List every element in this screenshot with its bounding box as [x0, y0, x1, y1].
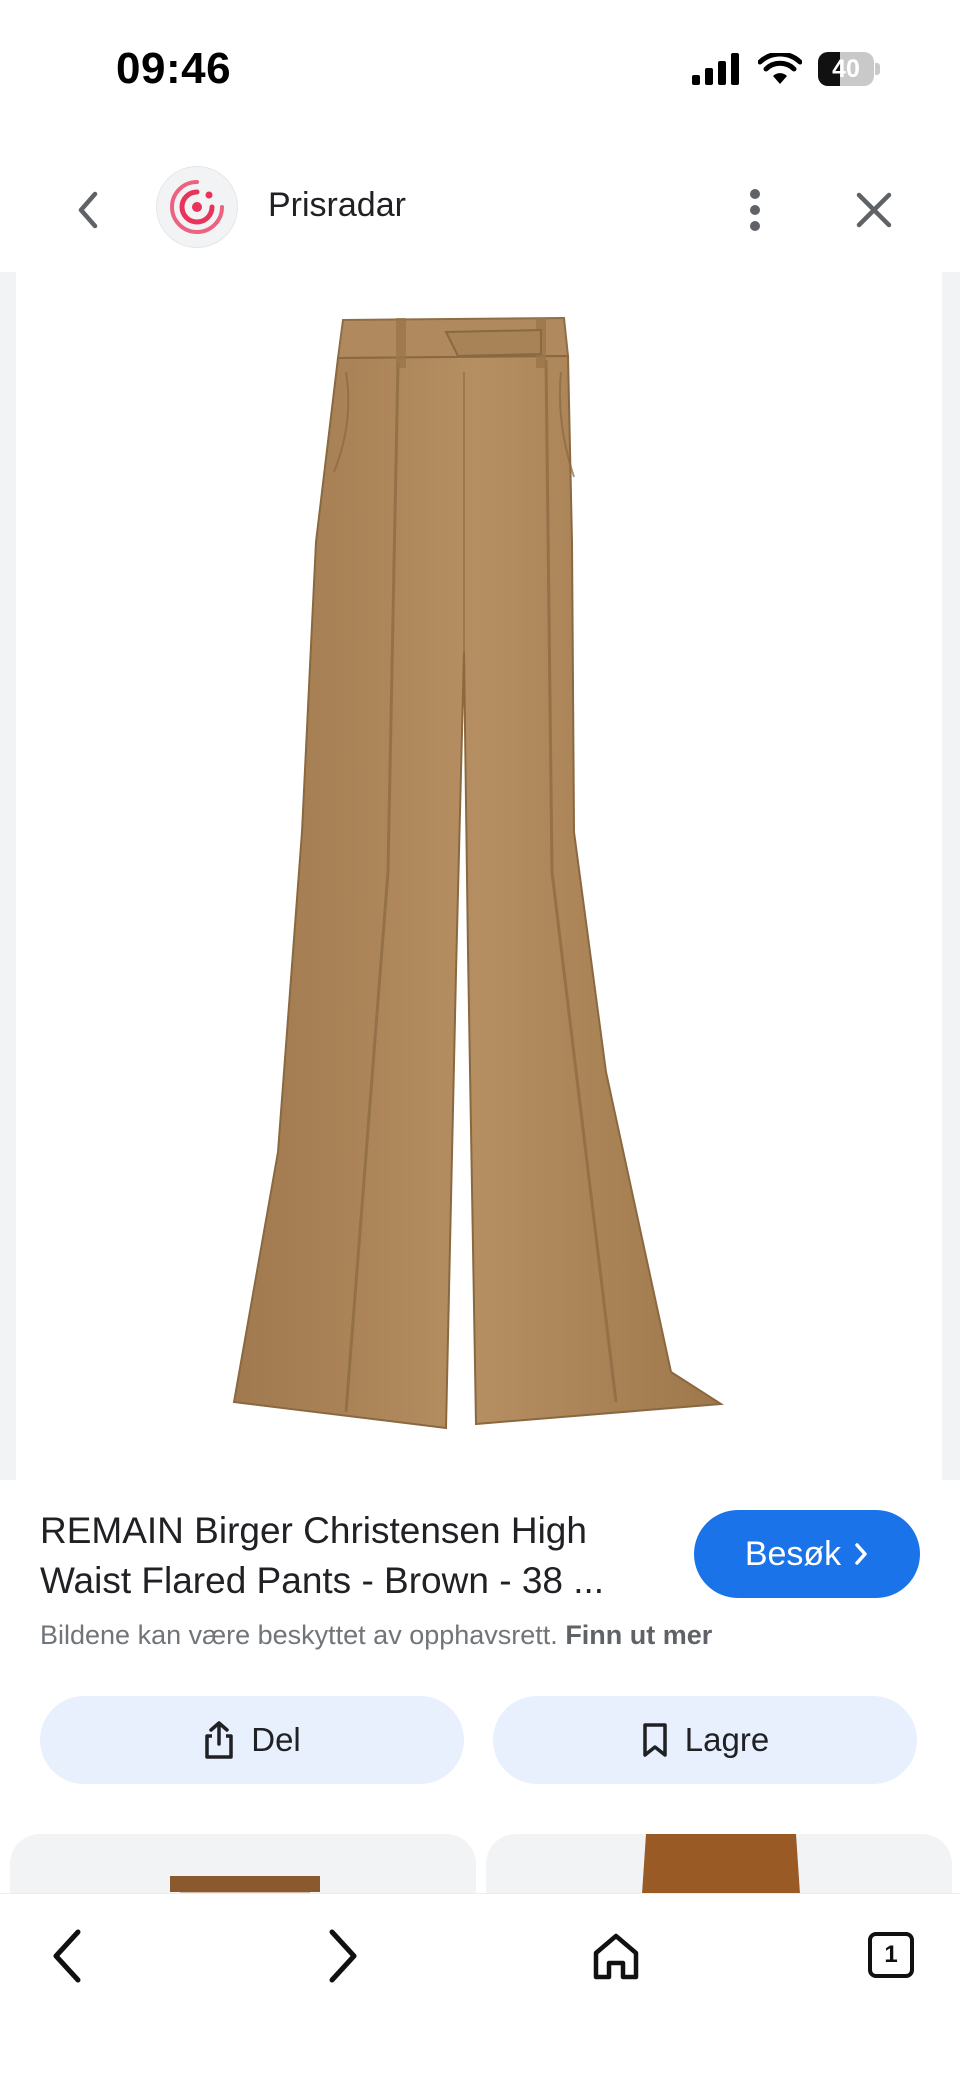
wifi-icon [758, 53, 802, 84]
copyright-text: Bildene kan være beskyttet av opphavsret… [40, 1620, 558, 1650]
visit-label: Besøk [744, 1534, 842, 1573]
signal-icon [692, 53, 739, 85]
visit-button[interactable]: Besøk [694, 1510, 920, 1598]
copyright-notice: Bildene kan være beskyttet av opphavsret… [40, 1620, 712, 1651]
more-vert-icon [750, 189, 760, 231]
site-logo[interactable] [156, 166, 238, 248]
prisradar-logo [170, 180, 224, 234]
share-label: Del [251, 1721, 301, 1758]
status-icons: 40 [692, 52, 880, 86]
home-icon [593, 1933, 639, 1980]
image-edge-right [942, 272, 960, 1480]
back-arrow-icon [53, 1929, 81, 1983]
browser-back-button[interactable] [28, 1916, 108, 1996]
image-edge-left [0, 272, 16, 1480]
learn-more-link[interactable]: Finn ut mer [565, 1620, 712, 1650]
save-button[interactable]: Lagre [493, 1696, 917, 1784]
back-button[interactable] [60, 182, 116, 238]
battery-level: 40 [832, 55, 860, 83]
site-name: Prisradar [268, 186, 406, 224]
pants-image [232, 316, 725, 1430]
status-time: 09:46 [116, 44, 232, 93]
home-button[interactable] [576, 1916, 656, 1996]
tabs-button[interactable]: 1 [854, 1916, 934, 1996]
battery-icon: 40 [818, 52, 880, 86]
browser-bottom-bar: 1 [0, 1893, 960, 2082]
product-title-line1: REMAIN Birger Christensen High [40, 1510, 587, 1551]
product-title[interactable]: REMAIN Birger Christensen High Waist Fla… [40, 1506, 660, 1606]
top-bar: Prisradar [0, 160, 960, 252]
save-label: Lagre [684, 1721, 770, 1758]
product-title-line2: Waist Flared Pants - Brown - 38 ... [40, 1560, 605, 1601]
close-button[interactable] [846, 182, 902, 238]
status-bar: 09:46 40 [0, 0, 960, 130]
more-options-button[interactable] [730, 180, 780, 240]
back-chevron-icon [78, 191, 98, 229]
share-icon [205, 1721, 233, 1759]
tabs-icon: 1 [868, 1932, 914, 1978]
product-image[interactable] [16, 272, 942, 1480]
share-button[interactable]: Del [40, 1696, 464, 1784]
chevron-right-icon [855, 1543, 867, 1565]
bookmark-icon [643, 1723, 667, 1757]
forward-arrow-icon [329, 1929, 357, 1983]
browser-forward-button[interactable] [302, 1916, 382, 1996]
close-icon [856, 192, 892, 228]
